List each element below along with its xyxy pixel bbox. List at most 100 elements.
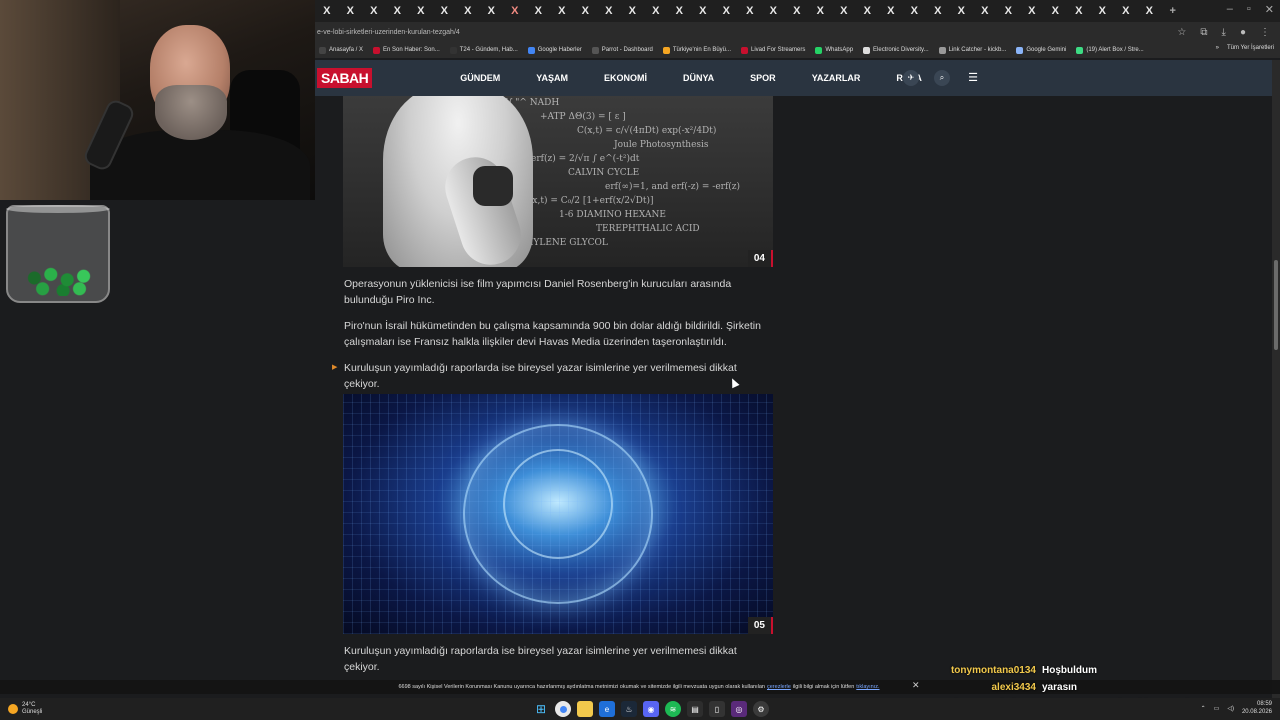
browser-tab[interactable]: X bbox=[1020, 5, 1044, 17]
browser-tab[interactable]: X bbox=[362, 5, 386, 17]
browser-tab[interactable]: X bbox=[856, 5, 880, 17]
browser-tab[interactable]: X bbox=[339, 5, 363, 17]
bookmark-star-icon[interactable]: ☆ bbox=[1177, 27, 1186, 38]
cookie-more-link[interactable]: tıklayınız. bbox=[856, 684, 879, 690]
bookmark-item[interactable]: Google Gemini bbox=[1016, 46, 1066, 54]
browser-tab[interactable]: X bbox=[668, 5, 692, 17]
bookmark-item[interactable]: T24 - Gündem, Hab... bbox=[449, 46, 518, 54]
downloads-icon[interactable]: ⤓ bbox=[1222, 27, 1226, 38]
bookmark-item[interactable]: Parrot - Dashboard bbox=[591, 46, 653, 54]
browser-tab[interactable]: X bbox=[809, 5, 833, 17]
file-explorer-icon[interactable] bbox=[577, 701, 593, 717]
browser-tab[interactable]: X bbox=[1044, 5, 1068, 17]
cookie-text: 6698 sayılı Kişisel Verilerin Korunması … bbox=[398, 684, 765, 690]
profile-icon[interactable]: ● bbox=[1240, 27, 1246, 38]
jar-widget bbox=[6, 205, 110, 305]
windows-start-icon[interactable]: ⊞ bbox=[533, 701, 549, 717]
menu-icon[interactable]: ☰ bbox=[965, 70, 981, 86]
browser-tab[interactable]: X bbox=[832, 5, 856, 17]
all-bookmarks-button[interactable]: Tüm Yer İşaretleri bbox=[1227, 45, 1274, 51]
bookmarks-overflow-button[interactable]: » bbox=[1216, 45, 1219, 51]
browser-tab[interactable]: X bbox=[879, 5, 903, 17]
nav-link-4[interactable]: SPOR bbox=[732, 73, 794, 83]
nav-link-1[interactable]: YAŞAM bbox=[518, 73, 586, 83]
app-icon[interactable]: ▤ bbox=[687, 701, 703, 717]
bookmark-item[interactable]: Anasayfa / X bbox=[319, 46, 363, 54]
site-logo[interactable]: SABAH bbox=[317, 68, 373, 88]
browser-tab[interactable]: X bbox=[386, 5, 410, 17]
browser-tab[interactable]: X bbox=[574, 5, 598, 17]
browser-tab[interactable]: X bbox=[762, 5, 786, 17]
search-icon[interactable]: ⌕ bbox=[934, 70, 950, 86]
browser-tab[interactable]: X bbox=[903, 5, 927, 17]
browser-tab[interactable]: X bbox=[785, 5, 809, 17]
browser-tab[interactable]: X bbox=[715, 5, 739, 17]
browser-tab[interactable]: X bbox=[409, 5, 433, 17]
bookmark-favicon-icon bbox=[449, 46, 457, 54]
browser-tab[interactable]: X bbox=[691, 5, 715, 17]
cookie-close-icon[interactable]: ✕ bbox=[912, 680, 920, 691]
chat-username[interactable]: tonymontana0134 bbox=[930, 665, 1036, 676]
browser-tab[interactable]: X bbox=[550, 5, 574, 17]
bookmark-item[interactable]: Link Catcher - kickb... bbox=[938, 46, 1006, 54]
volume-icon[interactable]: ◁) bbox=[1227, 705, 1234, 712]
browser-tab[interactable]: X bbox=[1067, 5, 1091, 17]
browser-tab[interactable]: X bbox=[527, 5, 551, 17]
browser-tab[interactable]: X bbox=[950, 5, 974, 17]
browser-tab[interactable]: X bbox=[503, 5, 527, 17]
terminal-icon[interactable]: ▯ bbox=[709, 701, 725, 717]
cookie-link[interactable]: çerezlerle bbox=[767, 684, 791, 690]
browser-tab[interactable]: X bbox=[621, 5, 645, 17]
clock[interactable]: 08:59 20.08.2026 bbox=[1242, 700, 1272, 716]
bookmark-item[interactable]: En Son Haber: Son... bbox=[373, 46, 440, 54]
article-image-ai-brain[interactable]: 05 bbox=[343, 394, 773, 634]
browser-tab[interactable]: X bbox=[1138, 5, 1162, 17]
bookmark-item[interactable]: (19) Alert Box / Stre... bbox=[1076, 46, 1144, 54]
nav-link-3[interactable]: DÜNYA bbox=[665, 73, 732, 83]
nav-link-0[interactable]: GÜNDEM bbox=[442, 73, 518, 83]
extensions-icon[interactable]: ⧉ bbox=[1200, 27, 1207, 38]
close-icon[interactable]: ✕ bbox=[1265, 3, 1274, 16]
nav-link-5[interactable]: YAZARLAR bbox=[794, 73, 879, 83]
bookmark-item[interactable]: Türkiye'nin En Büyü... bbox=[662, 46, 731, 54]
browser-tab[interactable]: X bbox=[597, 5, 621, 17]
maximize-icon[interactable]: ▫ bbox=[1247, 3, 1251, 16]
chrome-icon[interactable] bbox=[555, 701, 571, 717]
bookmark-item[interactable]: Electronic Diversity... bbox=[863, 46, 929, 54]
browser-tab[interactable]: X bbox=[997, 5, 1021, 17]
browser-tab[interactable]: X bbox=[480, 5, 504, 17]
bookmark-item[interactable]: Google Haberler bbox=[527, 46, 582, 54]
browser-tab[interactable]: X bbox=[456, 5, 480, 17]
steam-icon[interactable]: ♨ bbox=[621, 701, 637, 717]
browser-tab[interactable]: X bbox=[973, 5, 997, 17]
page-scrollbar[interactable] bbox=[1272, 60, 1280, 700]
discord-icon[interactable]: ◉ bbox=[643, 701, 659, 717]
browser-tab[interactable]: X bbox=[738, 5, 762, 17]
bookmark-item[interactable]: Livad For Streamers bbox=[741, 46, 805, 54]
browser-tab[interactable]: X bbox=[644, 5, 668, 17]
browser-tab[interactable]: X bbox=[1114, 5, 1138, 17]
weather-widget[interactable]: 24°C Güneşli bbox=[8, 702, 42, 716]
browser-tab[interactable]: X bbox=[926, 5, 950, 17]
obs-icon[interactable]: ◎ bbox=[731, 701, 747, 717]
browser-tab[interactable]: X bbox=[433, 5, 457, 17]
new-tab-button[interactable]: + bbox=[1161, 5, 1185, 17]
bell-icon[interactable]: ✈ bbox=[903, 70, 919, 86]
nav-link-2[interactable]: EKONOMİ bbox=[586, 73, 665, 83]
settings-gear-icon[interactable]: ⚙ bbox=[753, 701, 769, 717]
edge-icon[interactable]: e bbox=[599, 701, 615, 717]
browser-tab[interactable]: X bbox=[315, 5, 339, 17]
url-field[interactable]: e-ve-lobi-sirketleri-uzerinden-kurulan-t… bbox=[315, 29, 1177, 36]
network-icon[interactable]: ▭ bbox=[1214, 705, 1220, 712]
browser-menu-icon[interactable]: ⋮ bbox=[1260, 27, 1270, 38]
bookmark-label: (19) Alert Box / Stre... bbox=[1086, 47, 1144, 53]
article-image-robot[interactable]: ∫∫ "^ NADH +ATP ΔΘ(3) = [ ε ] C(x,t) = c/√… bbox=[343, 96, 773, 267]
browser-tab[interactable]: X bbox=[1091, 5, 1115, 17]
minimize-icon[interactable]: – bbox=[1227, 3, 1233, 16]
chat-username[interactable]: alexi3434 bbox=[930, 682, 1037, 693]
spotify-icon[interactable]: ≋ bbox=[665, 701, 681, 717]
chevron-up-icon[interactable]: ⌃ bbox=[1201, 705, 1206, 712]
formula-line: erf(∞)=1, and erf(-z) = -erf(z) bbox=[605, 182, 741, 192]
bookmark-item[interactable]: WhatsApp bbox=[815, 46, 853, 54]
scrollbar-thumb[interactable] bbox=[1274, 260, 1278, 350]
